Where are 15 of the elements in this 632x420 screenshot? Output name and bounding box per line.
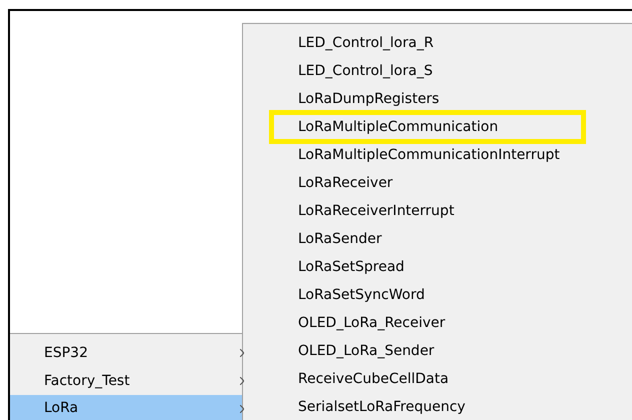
menu-item[interactable]: LED_Control_lora_R xyxy=(298,35,434,51)
menu-item[interactable]: ReceiveCubeCellData xyxy=(298,371,449,387)
menu-item[interactable]: LoRaReceiverInterrupt xyxy=(298,203,454,219)
menu-item[interactable]: LoRaMultipleCommunicationInterrupt xyxy=(298,147,560,163)
menu-item[interactable]: LoRa xyxy=(10,395,242,420)
menu-item[interactable]: LoRaSetSpread xyxy=(298,259,404,275)
menu-item[interactable]: OLED_LoRa_Sender xyxy=(298,343,434,359)
menu-item[interactable]: LoRaSender xyxy=(298,231,382,247)
menu-item[interactable]: LoRaMultipleCommunication xyxy=(298,119,498,135)
menu-item[interactable]: LoRaSetSyncWord xyxy=(298,287,425,303)
menu-item[interactable]: LED_Control_lora_S xyxy=(298,63,433,79)
menu-item[interactable]: SerialsetLoRaFrequency xyxy=(298,399,466,415)
menu-item[interactable]: LoRaReceiver xyxy=(298,175,393,191)
menu-item[interactable]: LoRaDumpRegisters xyxy=(298,91,440,107)
menu-item[interactable]: OLED_LoRa_Receiver xyxy=(298,315,446,331)
